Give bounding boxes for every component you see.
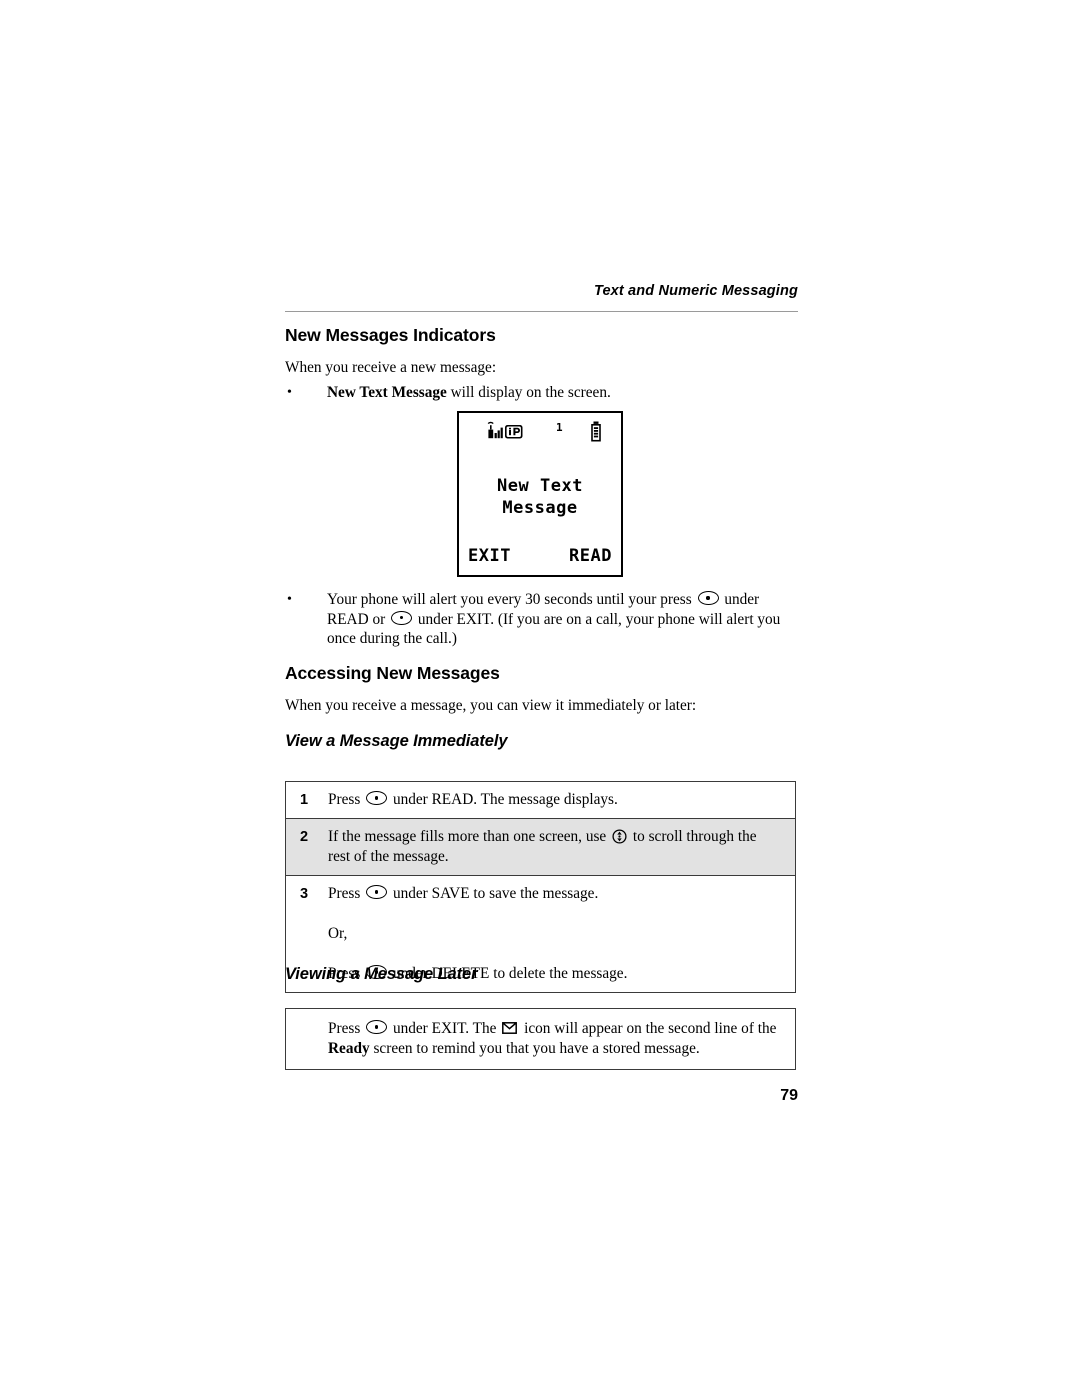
step-line: Press under READ. The message displays.: [328, 790, 781, 810]
softkey-oval-icon: [697, 591, 719, 605]
phone-status-bar: 1: [459, 421, 621, 447]
intro-accessing-new-messages: When you receive a message, you can view…: [285, 697, 697, 714]
table-row: 1 Press under READ. The message displays…: [286, 782, 795, 819]
intro-new-messages: When you receive a new message:: [285, 359, 497, 376]
heading-new-messages-indicators: New Messages Indicators: [285, 325, 496, 345]
battery-glyph: [591, 421, 601, 442]
step-line: If the message fills more than one scree…: [328, 827, 781, 867]
step-number: 1: [300, 792, 309, 808]
bullet-new-text-message: • New Text Message will display on the s…: [285, 383, 798, 403]
message-count-indicator: 1: [556, 421, 563, 434]
bullet-text: Your phone will alert you every 30 secon…: [327, 590, 798, 649]
softkey-oval-icon: [391, 610, 413, 625]
bullet-alert-interval: • Your phone will alert you every 30 sec…: [285, 590, 798, 649]
note-post-1: icon will appear on the second line of t…: [520, 1020, 777, 1037]
note-mid: under EXIT. The: [389, 1020, 501, 1037]
step-text: If the message fills more than one scree…: [328, 819, 795, 875]
note-post-2: screen to remind you that you have a sto…: [369, 1040, 700, 1057]
battery-icon: [589, 421, 603, 448]
step-pre: Press: [328, 885, 365, 902]
step-text: Press under READ. The message displays.: [328, 782, 795, 818]
phone-message-line2: Message: [502, 498, 578, 518]
note-text: Press under EXIT. The icon will appear o…: [286, 1009, 795, 1069]
phone-message-line1: New Text: [497, 476, 583, 496]
step-pre: Press: [328, 791, 365, 808]
softkey-exit[interactable]: EXIT: [468, 546, 511, 566]
running-header: Text and Numeric Messaging: [594, 283, 798, 299]
page-number: 79: [780, 1087, 798, 1104]
envelope-glyph: [502, 1022, 518, 1034]
table-row: Press under EXIT. The icon will appear o…: [286, 1009, 795, 1069]
phone-screen-figure: 1 New Text Message EXIT READ: [457, 411, 623, 577]
steps-table-view-immediately: 1 Press under READ. The message displays…: [285, 781, 796, 993]
bullet-text: New Text Message will display on the scr…: [327, 383, 798, 403]
bullet-dot-icon: •: [287, 592, 292, 607]
step-line-or: Or,: [328, 925, 348, 942]
signal-and-ip-icon: [487, 421, 523, 439]
nav-key-glyph: [612, 829, 627, 844]
note-box-viewing-later: Press under EXIT. The icon will appear o…: [285, 1008, 796, 1070]
note-line: Press under EXIT. The icon will appear o…: [328, 1019, 781, 1059]
table-row: 2 If the message fills more than one scr…: [286, 819, 795, 876]
signal-bars-icon: [485, 421, 531, 443]
step-line: Press under SAVE to save the message.: [328, 884, 781, 904]
note-pre: Press: [328, 1020, 365, 1037]
step-post: under READ. The message displays.: [389, 791, 618, 808]
bullet-bold-label: New Text Message: [327, 384, 447, 401]
heading-accessing-new-messages: Accessing New Messages: [285, 663, 500, 683]
phone-message-text: New Text Message: [459, 475, 621, 519]
note-bold-ready: Ready: [328, 1040, 370, 1057]
step-post: under SAVE to save the message.: [389, 885, 599, 902]
heading-view-message-immediately: View a Message Immediately: [285, 732, 508, 750]
softkey-oval-icon: [366, 885, 388, 899]
envelope-icon: [502, 1020, 518, 1034]
softkey-oval-icon: [366, 1020, 388, 1034]
step-pre: If the message fills more than one scree…: [328, 828, 611, 845]
header-rule: [285, 311, 798, 312]
phone-softkey-bar: EXIT READ: [459, 546, 621, 566]
heading-viewing-message-later: Viewing a Message Later: [285, 965, 478, 983]
bullet-rest-text: will display on the screen.: [446, 384, 611, 401]
softkey-oval-icon: [366, 791, 388, 805]
navigation-key-icon: [612, 829, 627, 844]
softkey-read[interactable]: READ: [569, 546, 612, 566]
bullet-dot-icon: •: [287, 385, 292, 400]
document-page: Text and Numeric Messaging New Messages …: [0, 0, 1080, 1397]
bullet2-part1: Your phone will alert you every 30 secon…: [327, 591, 696, 608]
step-number: 2: [300, 829, 309, 845]
